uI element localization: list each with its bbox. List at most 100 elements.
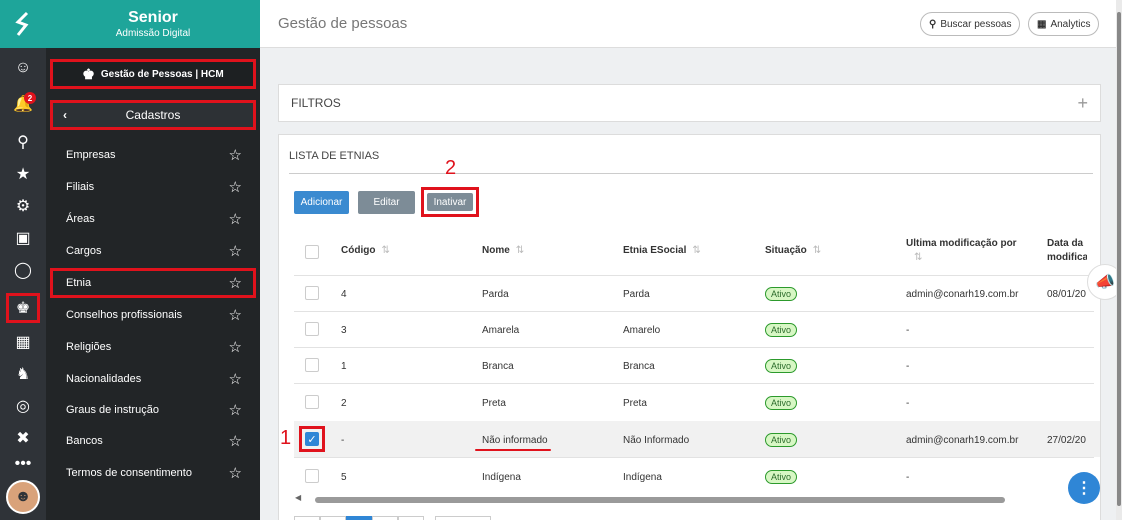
brand-header[interactable]: Senior Admissão Digital	[46, 0, 260, 48]
menu-item-religioes[interactable]: Religiões ☆	[50, 334, 256, 360]
row-checkbox[interactable]	[305, 395, 319, 409]
star-outline-icon[interactable]: ☆	[229, 274, 242, 292]
target-icon[interactable]: ◎	[0, 394, 46, 418]
checkbox-highlight: ✓	[299, 426, 325, 452]
row-checkbox-checked[interactable]: ✓	[305, 432, 319, 446]
column-label: Ultima modificação por	[906, 238, 1017, 249]
more-dots-icon[interactable]: •••	[0, 452, 46, 476]
sort-icon[interactable]: ⇅	[813, 245, 821, 256]
cell-code: -	[341, 435, 345, 446]
row-checkbox[interactable]	[305, 469, 319, 483]
search-people-button[interactable]: ⚲ Buscar pessoas	[920, 12, 1021, 36]
menu-item-conselhos[interactable]: Conselhos profissionais ☆	[50, 302, 256, 328]
menu-item-label: Conselhos profissionais	[66, 309, 183, 321]
menu-item-etnia[interactable]: Etnia ☆	[50, 268, 256, 298]
status-badge: Ativo	[765, 287, 798, 301]
plus-icon[interactable]: +	[1077, 93, 1088, 114]
star-outline-icon[interactable]: ☆	[229, 370, 242, 388]
page-size-select[interactable]	[435, 516, 491, 520]
cell-esocial: Não Informado	[623, 435, 690, 446]
column-header-modified-by[interactable]: Ultima modificação por ⇅	[906, 237, 1036, 265]
menu-item-termos[interactable]: Termos de consentimento ☆	[50, 460, 256, 486]
brand-subtitle: Admissão Digital	[115, 28, 191, 39]
shield-icon[interactable]: ◯	[0, 258, 46, 282]
x-icon[interactable]: ✖	[0, 426, 46, 450]
page-scrollbar-thumb[interactable]	[1117, 12, 1121, 506]
more-options-fab[interactable]: ⋮	[1068, 472, 1100, 504]
section-label: Cadastros	[125, 108, 181, 122]
star-outline-icon[interactable]: ☆	[229, 401, 242, 419]
star-outline-icon[interactable]: ☆	[229, 242, 242, 260]
pager-last-button[interactable]	[398, 516, 424, 520]
id-card-icon[interactable]: ▣	[0, 226, 46, 250]
star-outline-icon[interactable]: ☆	[229, 178, 242, 196]
select-all-checkbox[interactable]	[305, 245, 319, 259]
star-outline-icon[interactable]: ☆	[229, 146, 242, 164]
star-outline-icon[interactable]: ☆	[229, 210, 242, 228]
star-icon[interactable]: ★	[0, 162, 46, 186]
star-outline-icon[interactable]: ☆	[229, 464, 242, 482]
menu-item-label: Bancos	[66, 435, 103, 447]
senior-logo-icon[interactable]	[0, 0, 46, 48]
sort-icon[interactable]: ⇅	[516, 245, 524, 256]
pager-prev-button[interactable]	[320, 516, 346, 520]
org-chart-icon[interactable]: ⚙	[0, 194, 46, 218]
scrollbar-thumb[interactable]	[315, 497, 1005, 503]
menu-item-filiais[interactable]: Filiais ☆	[50, 174, 256, 200]
menu-item-label: Áreas	[66, 213, 95, 225]
scroll-left-arrow-icon[interactable]: ◀	[295, 493, 301, 502]
analytics-button[interactable]: ▦ Analytics	[1028, 12, 1100, 36]
star-outline-icon[interactable]: ☆	[229, 306, 242, 324]
person-desk-icon[interactable]: ♞	[0, 362, 46, 386]
pager-page-current[interactable]	[346, 516, 372, 520]
sort-icon[interactable]: ⇅	[692, 245, 700, 256]
column-header-code[interactable]: Código ⇅	[341, 245, 390, 256]
horizontal-scrollbar[interactable]: ◀	[295, 493, 1085, 503]
menu-item-empresas[interactable]: Empresas ☆	[50, 142, 256, 168]
module-selector[interactable]: ♚ Gestão de Pessoas | HCM	[50, 59, 256, 89]
row-checkbox[interactable]	[305, 322, 319, 336]
row-divider	[294, 457, 1094, 458]
star-outline-icon[interactable]: ☆	[229, 432, 242, 450]
icon-rail: ☺ 🔔 2 ⚲ ★ ⚙ ▣ ◯ ♚ ▦ ♞ ◎ ✖ ••• ☻	[0, 0, 46, 520]
brand-name: Senior	[128, 9, 178, 26]
cell-modified-by: admin@conarh19.com.br	[906, 289, 1019, 300]
pager-first-button[interactable]	[294, 516, 320, 520]
menu-item-bancos[interactable]: Bancos ☆	[50, 428, 256, 454]
menu-item-nacionalidades[interactable]: Nacionalidades ☆	[50, 366, 256, 392]
menu-item-graus[interactable]: Graus de instrução ☆	[50, 397, 256, 423]
side-menu: Senior Admissão Digital ♚ Gestão de Pess…	[46, 0, 260, 520]
edit-button[interactable]: Editar	[358, 191, 415, 214]
menu-item-label: Termos de consentimento	[66, 467, 192, 479]
column-header-modified-date[interactable]: Data da modifica	[1047, 237, 1087, 265]
inactivate-highlight: Inativar	[421, 187, 479, 217]
column-header-name[interactable]: Nome ⇅	[482, 245, 524, 256]
search-icon: ⚲	[929, 18, 937, 30]
row-checkbox[interactable]	[305, 286, 319, 300]
column-header-status[interactable]: Situação ⇅	[765, 245, 821, 256]
filters-panel[interactable]: FILTROS +	[278, 84, 1101, 122]
row-checkbox[interactable]	[305, 358, 319, 372]
menu-item-areas[interactable]: Áreas ☆	[50, 206, 256, 232]
star-outline-icon[interactable]: ☆	[229, 338, 242, 356]
column-header-esocial[interactable]: Etnia ESocial ⇅	[623, 245, 701, 256]
pager-next-button[interactable]	[372, 516, 398, 520]
cell-code: 5	[341, 472, 347, 483]
sort-icon[interactable]: ⇅	[914, 252, 922, 263]
menu-item-label: Religiões	[66, 341, 112, 353]
cell-esocial: Preta	[623, 398, 647, 409]
menu-item-cargos[interactable]: Cargos ☆	[50, 238, 256, 264]
hcm-people-icon[interactable]: ♚	[6, 293, 40, 323]
inactivate-button[interactable]: Inativar	[427, 193, 473, 211]
search-icon[interactable]: ⚲	[0, 130, 46, 154]
bell-icon[interactable]: 🔔 2	[0, 92, 46, 116]
cell-name: Amarela	[482, 325, 520, 336]
avatar[interactable]: ☻	[6, 480, 40, 514]
box-icon[interactable]: ▦	[0, 330, 46, 354]
menu-item-label: Graus de instrução	[66, 404, 159, 416]
user-circle-icon[interactable]: ☺	[0, 56, 46, 80]
section-back-cadastros[interactable]: ‹ Cadastros	[50, 100, 256, 130]
add-button[interactable]: Adicionar	[294, 191, 349, 214]
sort-icon[interactable]: ⇅	[381, 245, 389, 256]
module-label: Gestão de Pessoas | HCM	[100, 68, 224, 80]
